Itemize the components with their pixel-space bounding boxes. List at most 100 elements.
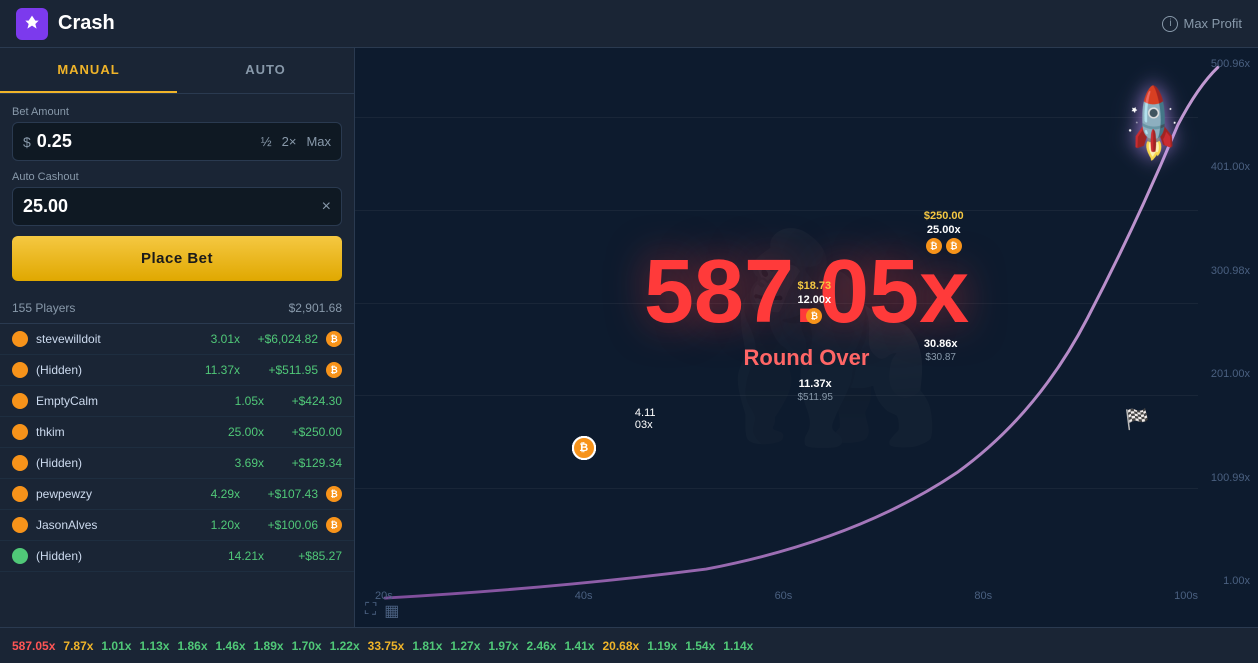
bet-marker-dollar-1: $18.73 — [797, 280, 831, 292]
player-btc-icon: ₿ — [326, 362, 342, 378]
history-item[interactable]: 587.05x — [12, 639, 55, 653]
player-avatar — [12, 486, 28, 502]
tab-manual[interactable]: MANUAL — [0, 48, 177, 93]
half-button[interactable]: ½ — [261, 134, 272, 149]
dollar-sign: $ — [23, 134, 31, 150]
player-avatar — [12, 393, 28, 409]
player-win: +$6,024.82 — [248, 332, 318, 346]
bet-marker-2: $250.00 25.00x ₿ ₿ — [924, 210, 964, 254]
game-icon — [16, 8, 48, 40]
history-item[interactable]: 1.70x — [292, 639, 322, 653]
info-icon[interactable]: i — [1162, 16, 1178, 32]
player-win: +$107.43 — [248, 487, 318, 501]
players-header: 155 Players $2,901.68 — [0, 293, 354, 324]
player-mult: 1.05x — [224, 394, 264, 408]
round-over: Round Over — [644, 345, 969, 371]
player-row: (Hidden) 11.37x +$511.95 ₿ — [0, 355, 354, 386]
player-name: (Hidden) — [36, 363, 192, 377]
player-mult: 3.01x — [200, 332, 240, 346]
player-avatar — [12, 331, 28, 347]
btc-icon-2b: ₿ — [946, 238, 962, 254]
history-item[interactable]: 33.75x — [368, 639, 405, 653]
player-win: +$85.27 — [272, 549, 342, 563]
history-item[interactable]: 1.14x — [723, 639, 753, 653]
bet-amount-row: $ 0.25 ½ 2× Max — [12, 122, 342, 161]
player-btc-icon: ₿ — [326, 331, 342, 347]
history-item[interactable]: 1.19x — [647, 639, 677, 653]
player-win: +$511.95 — [248, 363, 318, 377]
y-axis-label: 500.96x — [1211, 58, 1250, 70]
player-avatar — [12, 362, 28, 378]
player-win: +$424.30 — [272, 394, 342, 408]
y-axis-label: 401.00x — [1211, 161, 1250, 173]
history-item[interactable]: 1.86x — [177, 639, 207, 653]
history-item[interactable]: 7.87x — [63, 639, 93, 653]
bet-value[interactable]: 0.25 — [37, 131, 72, 152]
place-bet-button[interactable]: Place Bet — [12, 236, 342, 281]
game-area: 🦍 500.96x401.00x300.98x201.00x100.99x1.0… — [355, 48, 1258, 627]
clear-cashout-button[interactable]: × — [322, 198, 331, 216]
cashout-row: 25.00 × — [12, 187, 342, 226]
history-item[interactable]: 1.54x — [685, 639, 715, 653]
player-name: pewpewzy — [36, 487, 192, 501]
player-mult: 14.21x — [224, 549, 264, 563]
y-axis-label: 201.00x — [1211, 368, 1250, 380]
history-item[interactable]: 1.27x — [450, 639, 480, 653]
bet-marker-mult-1: 12.00x — [797, 294, 831, 306]
history-item[interactable]: 1.41x — [564, 639, 594, 653]
left-panel: MANUAL AUTO Bet Amount $ 0.25 ½ 2× Max — [0, 48, 355, 627]
bet-marker-mult-3: 11.37x — [799, 378, 832, 390]
bet-multipliers: ½ 2× Max — [261, 134, 331, 149]
max-profit: i Max Profit — [1162, 16, 1242, 32]
bet-marker-dollar-2: $250.00 — [924, 210, 964, 222]
cashout-value[interactable]: 25.00 — [23, 196, 68, 217]
player-name: (Hidden) — [36, 549, 216, 563]
player-win: +$250.00 — [272, 425, 342, 439]
header-left: Crash — [16, 8, 115, 40]
player-name: thkim — [36, 425, 216, 439]
history-item[interactable]: 1.97x — [488, 639, 518, 653]
bet-marker-3: 11.37x $511.95 — [797, 378, 832, 403]
player-avatar — [12, 424, 28, 440]
history-item[interactable]: 2.46x — [526, 639, 556, 653]
history-item[interactable]: 1.81x — [412, 639, 442, 653]
bet-marker-4: 30.86x $30.87 — [924, 338, 958, 363]
bet-marker-mult-4: 30.86x — [924, 338, 958, 350]
player-row: EmptyCalm 1.05x +$424.30 — [0, 386, 354, 417]
history-item[interactable]: 1.89x — [254, 639, 284, 653]
tab-auto[interactable]: AUTO — [177, 48, 354, 93]
history-item[interactable]: 1.46x — [216, 639, 246, 653]
bet-marker-1: $18.73 12.00x ₿ — [797, 280, 831, 324]
history-item[interactable]: 1.13x — [139, 639, 169, 653]
player-mult: 11.37x — [200, 363, 240, 377]
player-name: (Hidden) — [36, 456, 216, 470]
main-layout: MANUAL AUTO Bet Amount $ 0.25 ½ 2× Max — [0, 48, 1258, 627]
player-btc-icon: ₿ — [326, 486, 342, 502]
layout-icon[interactable]: ▦ — [384, 601, 399, 621]
expand-icon[interactable]: ⛶ — [365, 601, 376, 621]
max-button[interactable]: Max — [306, 134, 331, 149]
history-item[interactable]: 1.01x — [101, 639, 131, 653]
history-item[interactable]: 20.68x — [603, 639, 640, 653]
y-axis: 500.96x401.00x300.98x201.00x100.99x1.00x — [1211, 48, 1250, 597]
player-mult: 25.00x — [224, 425, 264, 439]
btc-icon-1: ₿ — [806, 308, 822, 324]
bet-amount-label: Bet Amount — [12, 106, 342, 118]
double-button[interactable]: 2× — [282, 134, 297, 149]
player-avatar — [12, 548, 28, 564]
player-win: +$129.34 — [272, 456, 342, 470]
history-bar: 587.05x 7.87x 1.01x 1.13x 1.86x 1.46x 1.89x 1.7… — [0, 627, 1258, 663]
player-mult: 3.69x — [224, 456, 264, 470]
x-axis-label: 80s — [974, 590, 992, 602]
player-name: JasonAlves — [36, 518, 192, 532]
app-header: Crash i Max Profit — [0, 0, 1258, 48]
y-axis-label: 1.00x — [1223, 575, 1250, 587]
btc-icon-2a: ₿ — [926, 238, 942, 254]
history-item[interactable]: 1.22x — [330, 639, 360, 653]
players-list: stevewilldoit 3.01x +$6,024.82 ₿ (Hidden… — [0, 324, 354, 627]
bet-marker-sub-3: $511.95 — [797, 392, 832, 403]
chip-6: ₿ — [572, 436, 596, 460]
player-row: (Hidden) 3.69x +$129.34 — [0, 448, 354, 479]
y-axis-label: 100.99x — [1211, 472, 1250, 484]
player-win: +$100.06 — [248, 518, 318, 532]
